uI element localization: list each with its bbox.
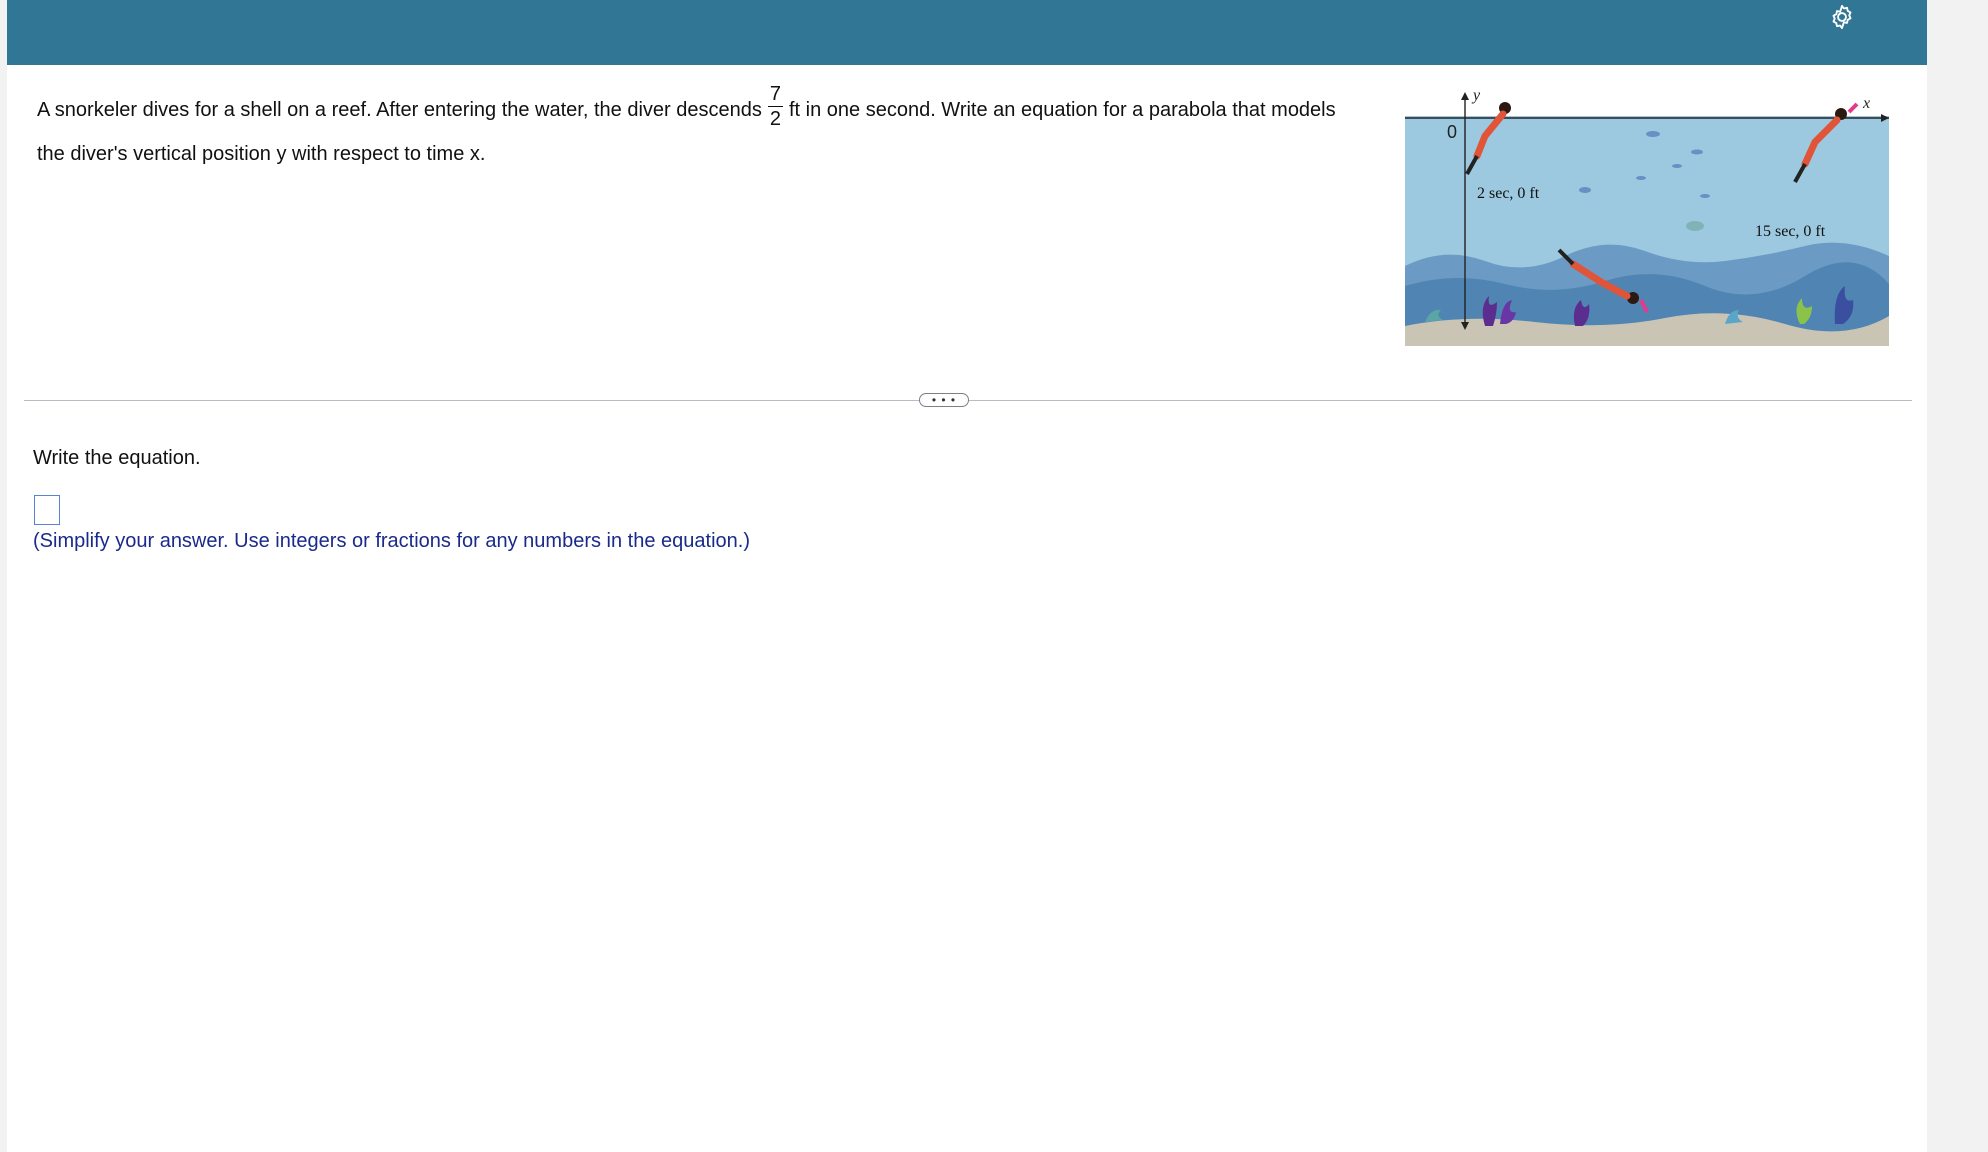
question-text: A snorkeler dives for a shell on a reef.… <box>37 84 1357 175</box>
answer-prompt: Write the equation. <box>33 447 201 469</box>
settings-button[interactable] <box>1825 0 1859 34</box>
gear-icon <box>1832 4 1852 30</box>
fraction-numerator: 7 <box>767 83 783 107</box>
snorkeler-figure: y x 0 2 sec, 0 ft 15 sec, 0 ft <box>1405 87 1889 346</box>
answer-hint: (Simplify your answer. Use integers or f… <box>33 530 750 552</box>
app-window: A snorkeler dives for a shell on a reef.… <box>7 0 1927 1152</box>
x-axis-label: x <box>1862 95 1870 112</box>
point-right-label: 15 sec, 0 ft <box>1755 223 1826 240</box>
origin-label: 0 <box>1447 122 1457 142</box>
fraction: 72 <box>767 83 783 130</box>
y-axis-arrow-top <box>1461 92 1469 100</box>
equation-input[interactable] <box>34 495 60 525</box>
y-axis-label: y <box>1471 87 1481 104</box>
point-left-label: 2 sec, 0 ft <box>1477 185 1540 202</box>
question-text-before: A snorkeler dives for a shell on a reef.… <box>37 98 762 121</box>
fraction-denominator: 2 <box>769 108 781 130</box>
top-bar <box>7 0 1927 65</box>
expand-more-button[interactable]: • • • <box>919 393 969 407</box>
